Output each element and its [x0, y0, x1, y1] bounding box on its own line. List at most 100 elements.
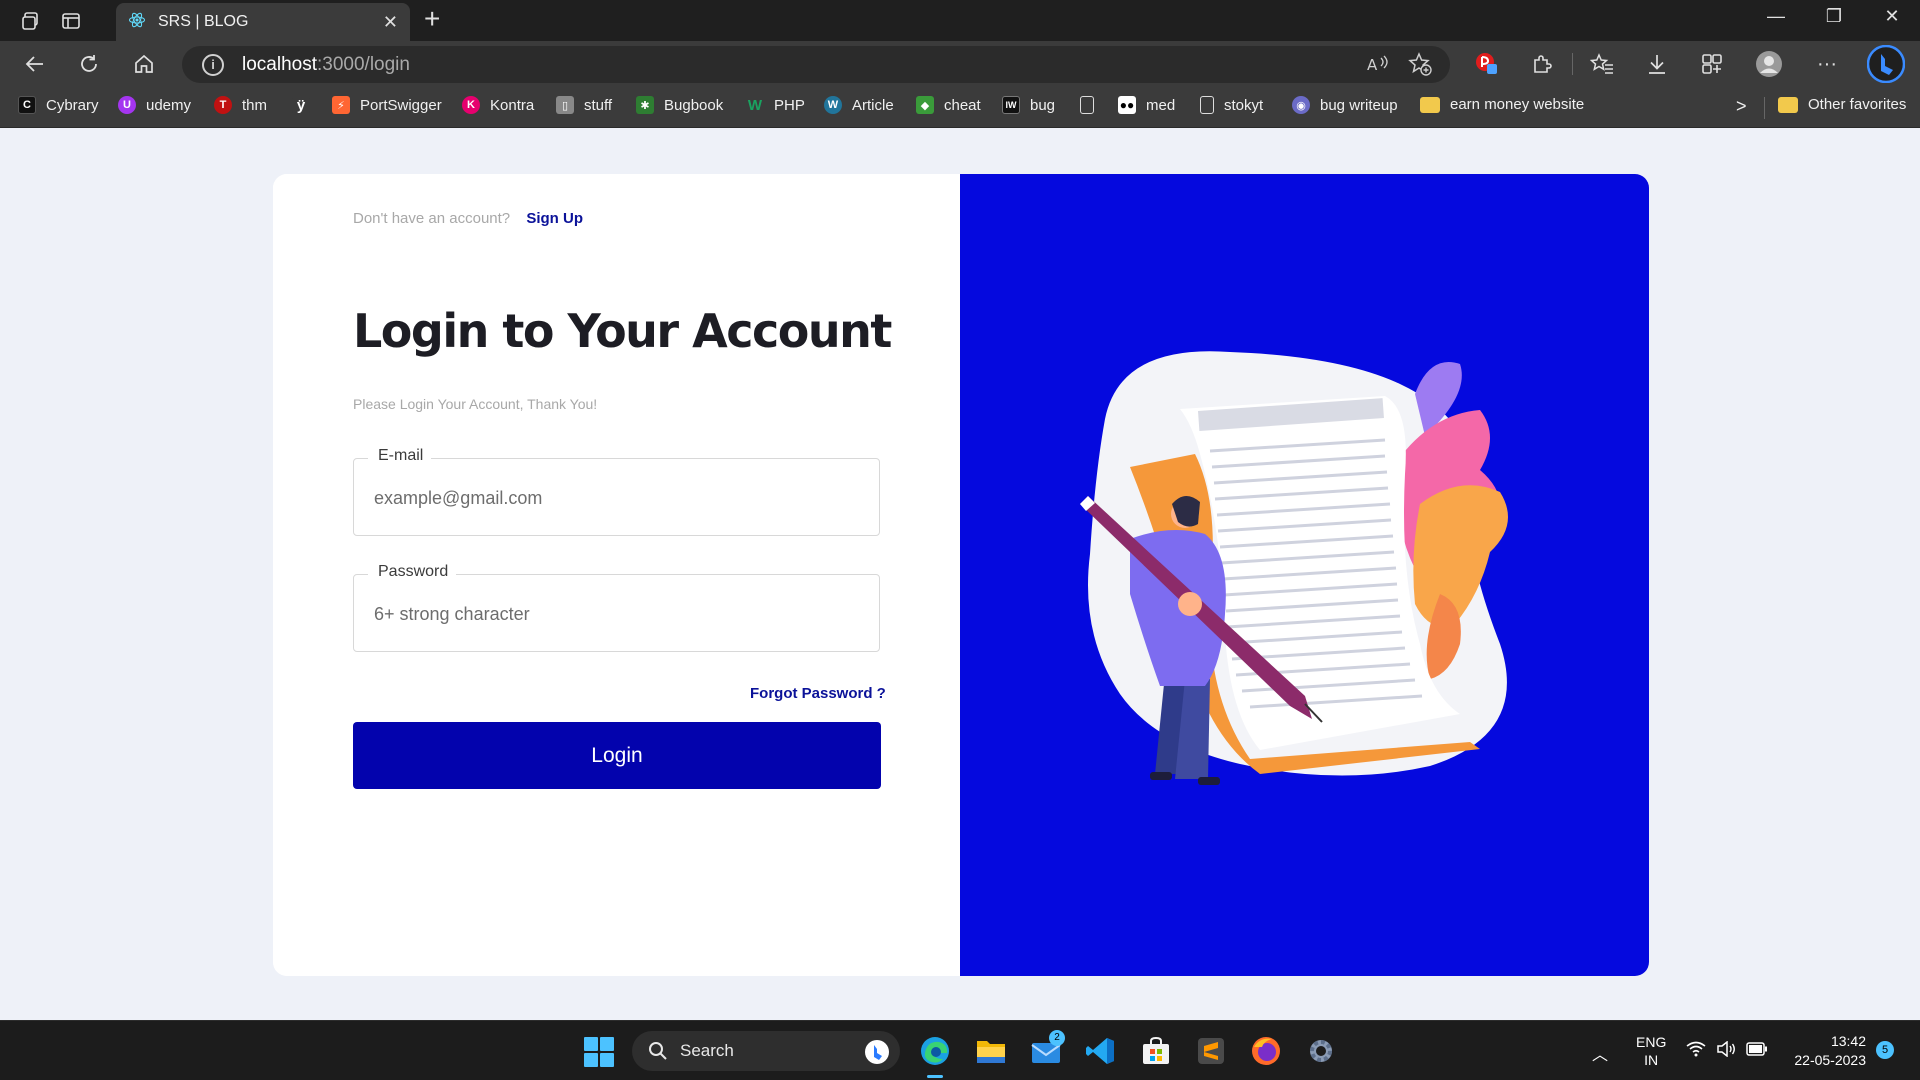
mail-icon[interactable]: 2 — [1027, 1030, 1065, 1070]
bookmark-udemy[interactable]: Uudemy — [118, 96, 191, 114]
bookmark-med[interactable]: ●● med — [1118, 96, 1175, 114]
bug-icon: ÿ — [292, 96, 310, 114]
page-content: Don't have an account? Sign Up Login to … — [0, 128, 1920, 1020]
restore-button[interactable]: ❐ — [1814, 6, 1854, 27]
email-field: E-mail — [353, 447, 880, 536]
bookmark-thm[interactable]: Tthm — [214, 96, 267, 114]
signup-link[interactable]: Sign Up — [526, 210, 583, 227]
signup-row: Don't have an account? Sign Up — [353, 210, 583, 227]
store-icon[interactable] — [1137, 1032, 1175, 1070]
bookmark-cybrary[interactable]: C Cybrary — [18, 96, 99, 114]
extension-icon[interactable] — [1472, 50, 1502, 78]
password-label: Password — [368, 563, 457, 581]
new-tab-button[interactable]: + — [424, 5, 440, 33]
puzzle-icon[interactable] — [1527, 50, 1557, 78]
taskbar-search[interactable]: Search — [632, 1031, 900, 1071]
close-window-button[interactable]: ✕ — [1872, 6, 1912, 27]
refresh-icon[interactable] — [74, 50, 104, 78]
bookmark-bug[interactable]: IW bug — [1002, 96, 1055, 114]
read-aloud-icon[interactable]: A — [1366, 53, 1390, 80]
thm-icon: T — [214, 96, 232, 114]
folder-icon — [1778, 96, 1798, 113]
page-icon — [1080, 96, 1094, 114]
minimize-button[interactable]: — — [1756, 6, 1796, 27]
signup-prompt: Don't have an account? — [353, 210, 511, 227]
bookmark-cheat[interactable]: ◆ cheat — [916, 96, 981, 114]
iw-icon: IW — [1002, 96, 1020, 114]
active-indicator — [927, 1075, 943, 1078]
portswigger-icon: ⚡ — [332, 96, 350, 114]
password-field: Password — [353, 563, 880, 652]
more-icon[interactable]: ··· — [1812, 50, 1842, 78]
bookmark-php[interactable]: W PHP — [746, 96, 805, 114]
php-icon: W — [747, 96, 763, 114]
download-icon[interactable] — [1642, 50, 1672, 78]
favorites-icon[interactable] — [1587, 50, 1617, 78]
windows-start-icon[interactable] — [584, 1037, 614, 1067]
cybrary-icon: C — [18, 96, 36, 114]
file-explorer-icon[interactable] — [972, 1032, 1010, 1070]
language-indicator[interactable]: ENG IN — [1636, 1033, 1666, 1069]
bookmark-bugbook[interactable]: ✱ Bugbook — [636, 96, 723, 114]
address-url[interactable]: localhost:3000/login — [242, 54, 410, 76]
sublime-icon[interactable] — [1192, 1032, 1230, 1070]
page-title: Login to Your Account — [353, 304, 892, 358]
volume-icon[interactable] — [1716, 1040, 1736, 1062]
email-input[interactable] — [374, 483, 854, 513]
page-icon — [1200, 96, 1214, 114]
system-clock[interactable]: 13:42 22-05-2023 — [1780, 1032, 1866, 1070]
close-tab-icon[interactable]: ✕ — [383, 12, 398, 33]
bookmark-other-favorites[interactable]: Other favorites — [1778, 96, 1906, 113]
address-bar[interactable]: i localhost:3000/login A — [182, 46, 1450, 83]
notification-badge[interactable]: 5 — [1876, 1041, 1894, 1059]
bing-icon — [865, 1040, 889, 1064]
bookmark-kontra[interactable]: K Kontra — [462, 96, 534, 114]
search-label: Search — [680, 1041, 734, 1060]
bookmark-bug-icon[interactable]: ÿ — [292, 96, 320, 114]
toolbar-divider — [1572, 53, 1573, 75]
wifi-icon[interactable] — [1686, 1041, 1706, 1062]
back-arrow-icon[interactable] — [20, 50, 50, 78]
folder-icon — [1420, 96, 1440, 113]
chevron-right-icon[interactable]: > — [1736, 96, 1747, 117]
vscode-icon[interactable] — [1082, 1032, 1120, 1070]
udemy-icon: U — [118, 96, 136, 114]
bookmark-portswigger[interactable]: ⚡ PortSwigger — [332, 96, 442, 114]
password-input[interactable] — [374, 599, 854, 629]
login-button[interactable]: Login — [353, 722, 881, 789]
bookmark-bug-writeup[interactable]: ◉ bug writeup — [1292, 96, 1398, 114]
tab-title: SRS | BLOG — [158, 13, 249, 30]
battery-icon[interactable] — [1746, 1042, 1768, 1061]
bookmarks-divider — [1764, 97, 1765, 119]
tab-actions-icon[interactable] — [58, 8, 84, 34]
favorites-bar: C Cybrary Uudemy Tthm ÿ ⚡ PortSwigger K Kon… — [0, 87, 1920, 128]
home-icon[interactable] — [129, 50, 159, 78]
workspaces-icon[interactable] — [18, 8, 44, 34]
writeup-icon: ◉ — [1292, 96, 1310, 114]
info-icon[interactable]: i — [202, 53, 224, 76]
email-label: E-mail — [368, 447, 432, 465]
tab-srs-blog[interactable]: SRS | BLOG ✕ — [116, 3, 410, 41]
bookmark-article[interactable]: W Article — [824, 96, 894, 114]
add-favorite-icon[interactable] — [1408, 52, 1432, 81]
bing-icon[interactable] — [1866, 44, 1906, 84]
bookmark-untitled[interactable] — [1080, 96, 1104, 114]
search-icon — [649, 1042, 667, 1060]
bookmark-earn-money-website[interactable]: earn money website — [1420, 96, 1584, 113]
settings-icon[interactable] — [1302, 1032, 1340, 1070]
forgot-password-link[interactable]: Forgot Password ? — [750, 685, 886, 702]
collections-icon[interactable] — [1697, 50, 1727, 78]
wordpress-icon: W — [824, 96, 842, 114]
profile-icon[interactable] — [1754, 50, 1784, 78]
browser-titlebar: SRS | BLOG ✕ + — ❐ ✕ — [0, 0, 1920, 41]
firefox-icon[interactable] — [1247, 1032, 1285, 1070]
chevron-up-icon[interactable]: ︿ — [1592, 1041, 1608, 1065]
bookmark-stuff[interactable]: ▯ stuff — [556, 96, 612, 114]
bookmark-stokyt[interactable]: stokyt — [1200, 96, 1263, 114]
edge-icon[interactable] — [916, 1032, 954, 1078]
page-subtitle: Please Login Your Account, Thank You! — [353, 396, 598, 412]
svg-text:A: A — [1367, 56, 1378, 74]
browser-toolbar: i localhost:3000/login A ··· — [0, 41, 1920, 87]
login-form-pane: Don't have an account? Sign Up Login to … — [273, 174, 960, 976]
mail-badge: 2 — [1049, 1030, 1065, 1046]
